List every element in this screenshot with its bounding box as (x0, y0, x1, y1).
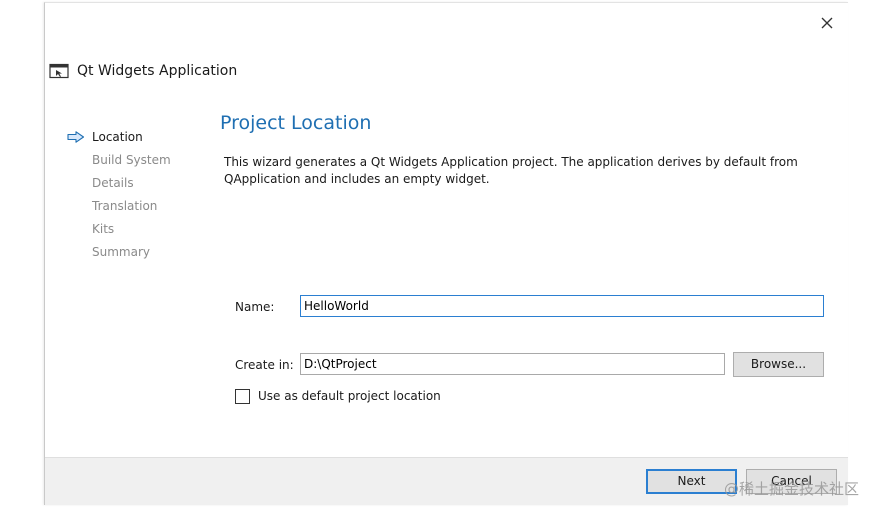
wizard-dialog: Qt Widgets Application Location Build Sy… (44, 2, 848, 505)
app-header: Qt Widgets Application (49, 61, 237, 81)
wizard-steps: Location Build System Details Translatio… (65, 128, 225, 266)
create-in-label: Create in: (235, 358, 294, 372)
step-summary: Summary (65, 243, 225, 266)
page-description: This wizard generates a Qt Widgets Appli… (224, 155, 798, 186)
step-label: Kits (92, 222, 115, 236)
name-input[interactable] (300, 295, 824, 317)
step-translation: Translation (65, 197, 225, 220)
close-icon (821, 17, 833, 29)
step-kits: Kits (65, 220, 225, 243)
step-details: Details (65, 174, 225, 197)
watermark: @稀土掘金技术社区 (724, 480, 860, 498)
browse-button[interactable]: Browse... (733, 352, 824, 377)
close-button[interactable] (815, 11, 839, 35)
default-location-row[interactable]: Use as default project location (235, 387, 441, 405)
step-location: Location (65, 128, 225, 151)
page-title: Project Location (220, 112, 372, 134)
arrow-right-icon (67, 131, 85, 143)
step-label: Translation (92, 199, 158, 213)
screen: Qt Widgets Application Location Build Sy… (0, 0, 891, 507)
default-location-label[interactable]: Use as default project location (258, 389, 441, 403)
step-label: Build System (92, 153, 171, 167)
step-label: Summary (92, 245, 150, 259)
default-location-checkbox[interactable] (235, 388, 250, 404)
create-in-input[interactable] (300, 353, 725, 375)
step-build-system: Build System (65, 151, 225, 174)
step-label: Location (92, 130, 143, 144)
step-label: Details (92, 176, 134, 190)
name-label: Name: (235, 300, 275, 314)
app-title: Qt Widgets Application (77, 63, 238, 79)
window-icon (49, 63, 69, 79)
